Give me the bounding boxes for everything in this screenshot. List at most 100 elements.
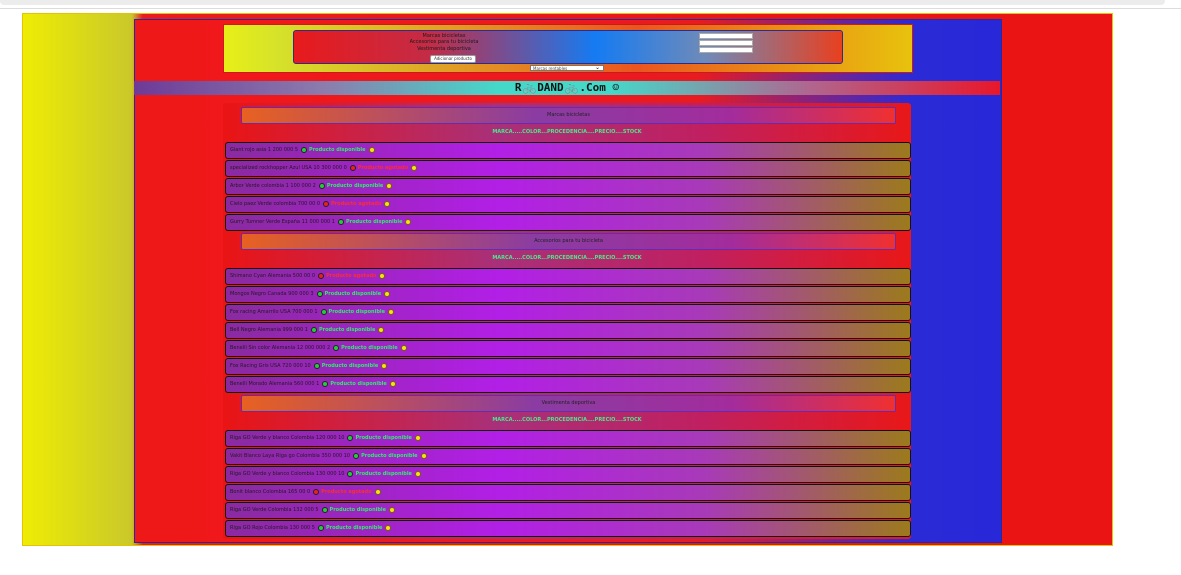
smiley-icon [385,524,392,531]
product-row[interactable]: Fox Racing Gris USA 720 000 10 Producto d… [225,358,911,375]
available-dot-icon [347,470,354,477]
product-row[interactable]: Riga GO Rojo Colombia 130 000 5 Producto … [225,520,911,537]
section-title[interactable]: Marcas bicicletas [241,107,896,124]
available-dot-icon [317,524,324,531]
site-title-banner: R🚲DAND🚲.Com ☺ [134,81,1000,95]
smiley-icon [384,290,391,297]
smiley-icon [389,506,396,513]
product-text: Shimano Cyan Alemania 500 00 0 [230,273,316,279]
product-text: Riga GO Verde y blanco Colombia 130 000 … [230,471,345,477]
smiley-icon [381,362,388,369]
columns-header: MARCA.....COLOR...PROCEDENCIA....PRECIO.… [492,129,642,135]
available-dot-icon [301,146,308,153]
smiley-icon [388,308,395,315]
stock-status: Producto disponible [329,507,387,513]
input-field-3[interactable] [699,47,753,53]
product-text: Giant rojo asia 1 200 000 5 [230,147,299,153]
product-text: Fox racing Amarrilo USA 700 000 1 [230,309,318,315]
smiley-icon [414,434,421,441]
product-row[interactable]: Bell Negro Alemania 999 000 1 Producto di… [225,322,911,339]
stock-status: Producto disponible [321,363,379,369]
stock-status: Producto disponible [345,219,403,225]
smiley-icon [400,344,407,351]
stock-status: Producto disponible [328,309,386,315]
browser-top-bar [0,0,1181,9]
site-title-part-1: R [514,81,522,94]
product-text: Arbor Verde colombia 1 100 000 2 [230,183,316,189]
available-dot-icon [321,506,328,513]
product-row[interactable]: specialized rockhopper Azul USA 10 300 0… [225,160,911,177]
input-field-2[interactable] [699,40,753,46]
product-row[interactable]: Riga GO Verde Colombia 132 000 5 Producto… [225,502,911,519]
smiley-icon [379,272,386,279]
section-title[interactable]: Accesorios para tu bicicleta [241,233,896,250]
stock-status: Producto disponible [355,435,412,441]
stock-status: Producto disponible [341,345,398,351]
product-text: Bell Negro Alemania 999 000 1 [230,327,308,333]
available-dot-icon [333,344,340,351]
stock-status: Producto agotado [357,165,409,171]
stock-status: Producto disponible [318,327,376,333]
add-product-button[interactable]: Adicionar producto [430,55,476,63]
product-row[interactable]: Vakit Blanco Laya Riga go Colombia 350 0… [225,448,911,465]
product-text: Benelli Sin color Alemania 12 000 000 2 [230,345,331,351]
smiley-icon [384,200,391,207]
product-text: Benelli Morado Alemania 560 000 1 [230,381,320,387]
smiley-icon [411,164,418,171]
bike-icon: 🚲 [564,81,579,94]
smiley-icon [368,146,375,153]
stock-status: Producto agotado [331,201,382,207]
stock-status: Producto disponible [324,291,382,297]
stock-status: Producto disponible [325,525,383,531]
stock-status: Producto disponible [326,183,384,189]
product-row[interactable]: Riga GO Verde y blanco Colombia 120 000 … [225,430,911,447]
smiley-icon [414,470,421,477]
top-divider [0,8,1181,9]
stock-status: Producto disponible [309,147,366,153]
input-field-1[interactable] [699,33,753,39]
product-row[interactable]: Mongos Negro Canada 900 000 3 Producto di… [225,286,911,303]
product-text: specialized rockhopper Azul USA 10 300 0… [230,165,347,171]
product-row[interactable]: Gurry Tumner Verde España 11 000 000 1 Pr… [225,214,911,231]
product-text: Vakit Blanco Laya Riga go Colombia 350 0… [230,453,351,459]
product-text: Gurry Tumner Verde España 11 000 000 1 [230,219,335,225]
product-text: Riga GO Verde y blanco Colombia 120 000 … [230,435,345,441]
smiley-icon [389,380,396,387]
product-row[interactable]: Cielo paez Verde colombia 700 00 0 Produc… [225,196,911,213]
available-dot-icon [313,362,320,369]
smiley-icon [420,452,427,459]
available-dot-icon [318,182,325,189]
product-row[interactable]: Fox racing Amarrilo USA 700 000 1 Product… [225,304,911,321]
product-text: Riga GO Verde Colombia 132 000 5 [230,507,319,513]
product-row[interactable]: Benelli Sin color Alemania 12 000 000 2 P… [225,340,911,357]
available-dot-icon [322,380,329,387]
site-title-part-3: .Com ☺ [579,81,620,94]
product-row[interactable]: Giant rojo asia 1 200 000 5 Producto disp… [225,142,911,159]
product-text: Bonit blanco Colombia 165 00 0 [230,489,311,495]
product-text: Fox Racing Gris USA 720 000 10 [230,363,311,369]
stock-status: Producto disponible [355,471,412,477]
nav-link-vestimenta[interactable]: Vestimenta deportiva [294,46,594,52]
product-text: Cielo paez Verde colombia 700 00 0 [230,201,321,207]
nav-menu: Marcas bicicletas Accesorios para tu bic… [293,30,843,64]
smiley-icon [374,488,381,495]
product-row[interactable]: Bonit blanco Colombia 165 00 0 Producto a… [225,484,911,501]
unavailable-dot-icon [349,164,356,171]
stock-status: Producto disponible [361,453,418,459]
chevron-down-icon: ⌄ [594,64,600,71]
bike-icon: 🚲 [522,81,537,94]
product-row[interactable]: Arbor Verde colombia 1 100 000 2 Producto… [225,178,911,195]
site-title-part-2: DAND [537,81,564,94]
product-row[interactable]: Riga GO Verde y blanco Colombia 130 000 … [225,466,911,483]
unavailable-dot-icon [318,272,325,279]
columns-header: MARCA.....COLOR...PROCEDENCIA....PRECIO.… [492,417,642,423]
product-row[interactable]: Shimano Cyan Alemania 500 00 0 Producto a… [225,268,911,285]
available-dot-icon [347,434,354,441]
horizontal-scrollbar[interactable] [0,0,1165,5]
product-row[interactable]: Benelli Morado Alemania 560 000 1 Product… [225,376,911,393]
available-dot-icon [310,326,317,333]
unavailable-dot-icon [313,488,320,495]
brand-select[interactable]: Marcas rentables ⌄ [530,65,604,71]
section-title[interactable]: Vestimenta deportiva [241,395,896,412]
brand-select-value: Marcas rentables [533,66,568,71]
